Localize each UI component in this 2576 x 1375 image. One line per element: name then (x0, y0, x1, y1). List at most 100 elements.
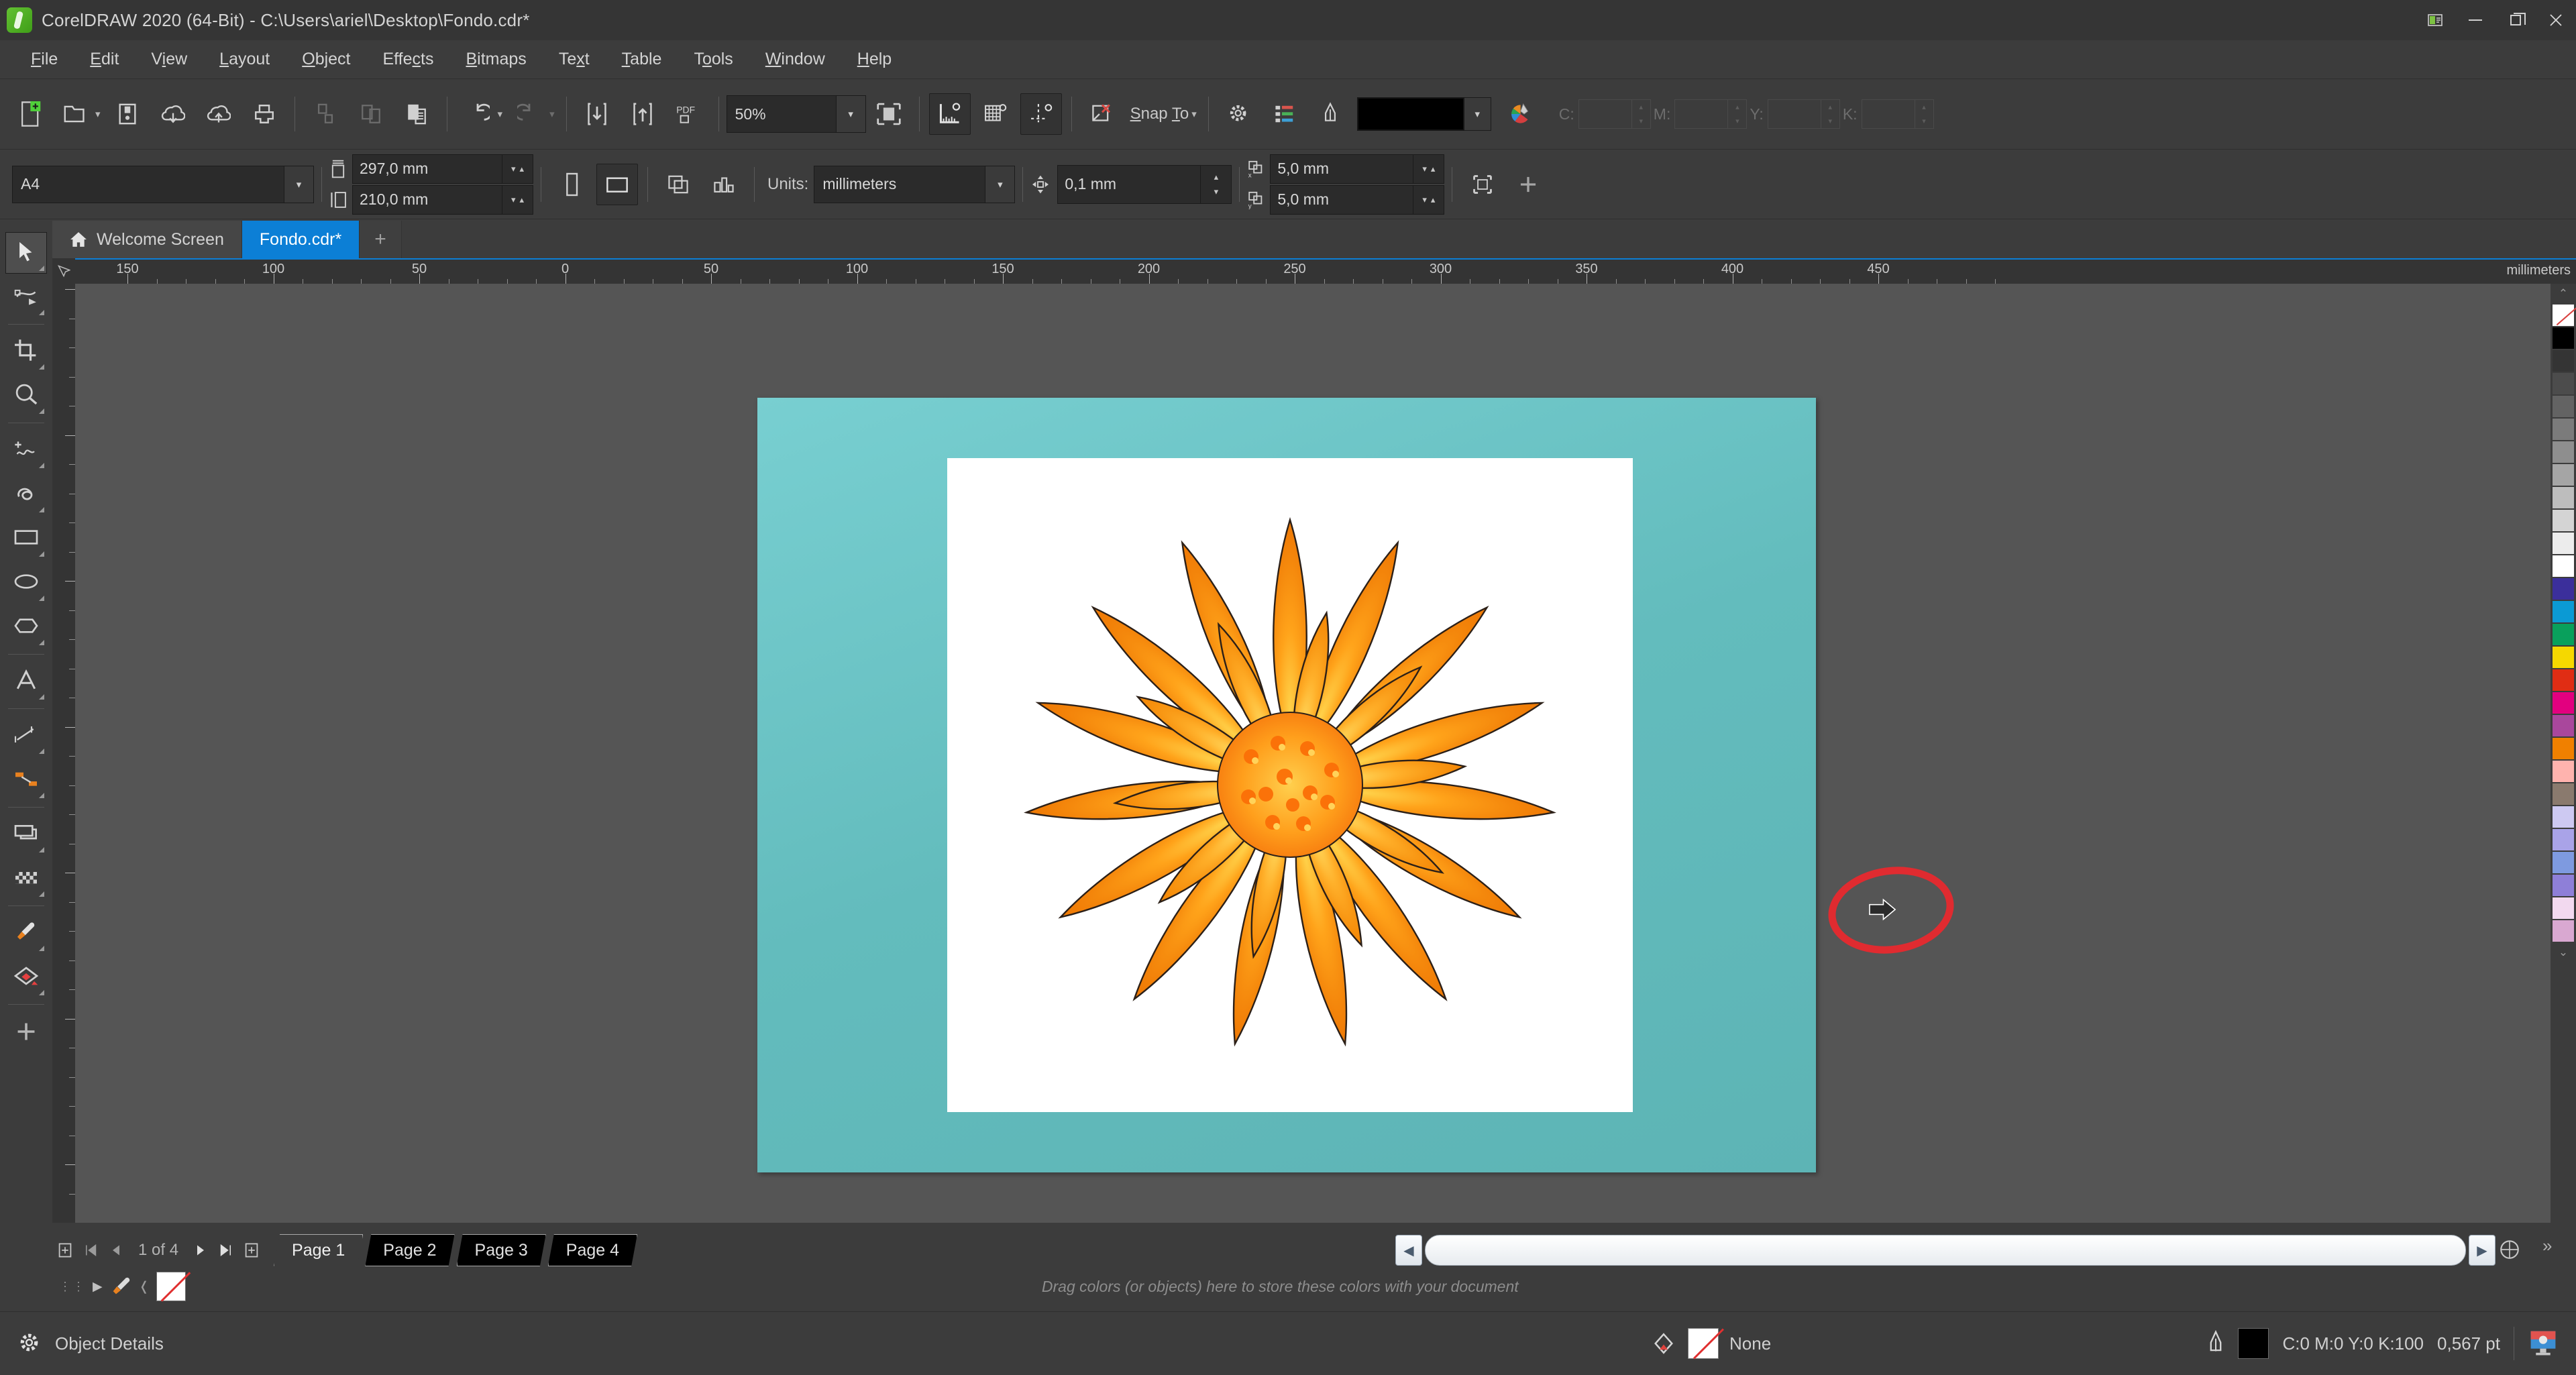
menu-layout[interactable]: Layout (203, 46, 286, 73)
save-icon[interactable] (107, 93, 148, 135)
export-icon[interactable] (198, 93, 239, 135)
cmyk-k-field[interactable]: K: ▴▾ (1843, 99, 1934, 129)
next-page-button[interactable] (188, 1234, 213, 1266)
palette-swatch-20[interactable] (2552, 760, 2575, 783)
pdf-icon[interactable]: PDF (667, 93, 709, 135)
vertical-ruler[interactable] (52, 284, 75, 1223)
add-icon[interactable] (1507, 164, 1549, 205)
palette-swatch-13[interactable] (2552, 600, 2575, 623)
palette-swatch-8[interactable] (2552, 486, 2575, 509)
rectangle-tool[interactable] (5, 518, 47, 559)
text-tool[interactable] (5, 661, 47, 702)
page-size-combo[interactable]: A4 ▾ (12, 166, 314, 203)
palette-swatch-19[interactable] (2552, 737, 2575, 760)
horizontal-scroll-thumb[interactable] (1425, 1235, 2466, 1266)
page-width-input[interactable]: 297,0 mm ▾▴ (352, 154, 533, 184)
menu-help[interactable]: Help (841, 46, 908, 73)
nudge-distance-input[interactable]: 0,1 mm ▴▾ (1057, 165, 1232, 204)
palette-next-arrow[interactable]: ❬ (139, 1279, 150, 1295)
menu-table[interactable]: Table (606, 46, 678, 73)
page-tab-2[interactable]: Page 2 (365, 1234, 454, 1266)
cmyk-y-field[interactable]: Y: ▴▾ (1750, 99, 1839, 129)
expand-dockers-arrow[interactable]: » (2542, 1235, 2552, 1256)
portrait-icon[interactable] (551, 164, 592, 205)
units-caret[interactable]: ▾ (985, 166, 1014, 203)
import-icon[interactable] (152, 93, 194, 135)
menu-bitmaps[interactable]: Bitmaps (449, 46, 542, 73)
object-manager-icon[interactable] (1264, 93, 1305, 135)
cmyk-m-input[interactable] (1674, 99, 1728, 129)
transparency-tool[interactable] (5, 858, 47, 899)
menu-edit[interactable]: Edit (74, 46, 135, 73)
scroll-left-button[interactable]: ◀ (1395, 1235, 1422, 1266)
palette-swatch-21[interactable] (2552, 783, 2575, 806)
page-size-caret[interactable]: ▾ (284, 166, 313, 203)
duplicate-y-input[interactable]: 5,0 mm ▾▴ (1270, 185, 1444, 215)
duplicate-x-spinner[interactable]: ▾▴ (1413, 155, 1444, 183)
fill-color-swatch[interactable] (2238, 1328, 2269, 1359)
palette-prev-arrow[interactable]: ▶ (93, 1279, 103, 1295)
cmyk-c-field[interactable]: C: ▴▾ (1559, 99, 1651, 129)
document-color-palette[interactable]: ⋮⋮ ▶ ❬ Drag colors (or objects) here to … (52, 1268, 2576, 1305)
color-proof-icon[interactable] (2528, 1329, 2559, 1358)
freehand-tool[interactable] (5, 429, 47, 471)
duplicate-y-spinner[interactable]: ▾▴ (1413, 186, 1444, 214)
polygon-tool[interactable] (5, 606, 47, 648)
undo-icon[interactable] (457, 93, 498, 135)
palette-swatch-7[interactable] (2552, 463, 2575, 486)
palette-swatch-16[interactable] (2552, 669, 2575, 692)
cmyk-k-spinner[interactable]: ▴▾ (1915, 99, 1934, 129)
outline-none-swatch[interactable] (1688, 1328, 1719, 1359)
new-tab-button[interactable]: + (360, 221, 402, 258)
zoom-tool[interactable] (5, 375, 47, 417)
guides-icon[interactable] (1020, 93, 1062, 135)
minimize-button[interactable] (2455, 0, 2496, 40)
palette-swatch-12[interactable] (2552, 578, 2575, 600)
palette-swatch-4[interactable] (2552, 395, 2575, 418)
more-tools-button[interactable] (5, 1011, 47, 1052)
palette-swatch-18[interactable] (2552, 714, 2575, 737)
pick-tool[interactable] (5, 232, 47, 274)
none-swatch[interactable] (156, 1272, 186, 1301)
nudge-spinner[interactable]: ▴▾ (1200, 166, 1231, 203)
cmyk-y-input[interactable] (1768, 99, 1821, 129)
page-height-spinner[interactable]: ▾▴ (502, 186, 533, 214)
page-height-input[interactable]: 210,0 mm ▾▴ (352, 185, 533, 215)
zoom-level-combo[interactable]: 50% ▾ (727, 95, 866, 133)
palette-swatch-25[interactable] (2552, 874, 2575, 897)
menu-text[interactable]: Text (543, 46, 606, 73)
flower-bitmap[interactable] (947, 458, 1633, 1112)
color-palette[interactable]: ⌃ ⌄ (2551, 284, 2576, 1234)
palette-swatch-2[interactable] (2552, 349, 2575, 372)
new-doc-icon[interactable] (9, 93, 50, 135)
paste-icon[interactable] (396, 93, 437, 135)
duplicate-x-input[interactable]: 5,0 mm ▾▴ (1270, 154, 1444, 184)
add-page-before-icon[interactable] (52, 1234, 78, 1266)
ruler-origin-button[interactable] (52, 258, 75, 284)
previous-page-button[interactable] (103, 1234, 129, 1266)
snap-to-caret[interactable]: ▾ (1191, 108, 1197, 120)
page-tab-4[interactable]: Page 4 (548, 1234, 637, 1266)
menu-object[interactable]: Object (286, 46, 366, 73)
crop-tool[interactable] (5, 331, 47, 372)
cmyk-c-spinner[interactable]: ▴▾ (1632, 99, 1651, 129)
print-icon[interactable] (244, 93, 285, 135)
palette-swatch-24[interactable] (2552, 851, 2575, 874)
page-tab-3[interactable]: Page 3 (457, 1234, 546, 1266)
all-pages-icon[interactable] (657, 164, 699, 205)
grid-icon[interactable] (975, 93, 1016, 135)
palette-scroll-down[interactable]: ⌄ (2551, 942, 2576, 963)
palette-swatch-11[interactable] (2552, 555, 2575, 578)
outline-color-swatch[interactable] (1357, 97, 1464, 131)
cmyk-k-input[interactable] (1862, 99, 1915, 129)
palette-swatch-5[interactable] (2552, 418, 2575, 441)
navigator-button[interactable] (2494, 1234, 2525, 1265)
palette-swatch-23[interactable] (2552, 828, 2575, 851)
clear-transform-icon[interactable] (1081, 93, 1123, 135)
open-folder-icon[interactable] (54, 93, 96, 135)
cmyk-m-spinner[interactable]: ▴▾ (1728, 99, 1747, 129)
tab-welcome-screen[interactable]: Welcome Screen (52, 221, 242, 258)
redo-dropdown-caret[interactable]: ▾ (549, 108, 555, 120)
redo-icon[interactable] (508, 93, 550, 135)
close-button[interactable] (2536, 0, 2576, 40)
